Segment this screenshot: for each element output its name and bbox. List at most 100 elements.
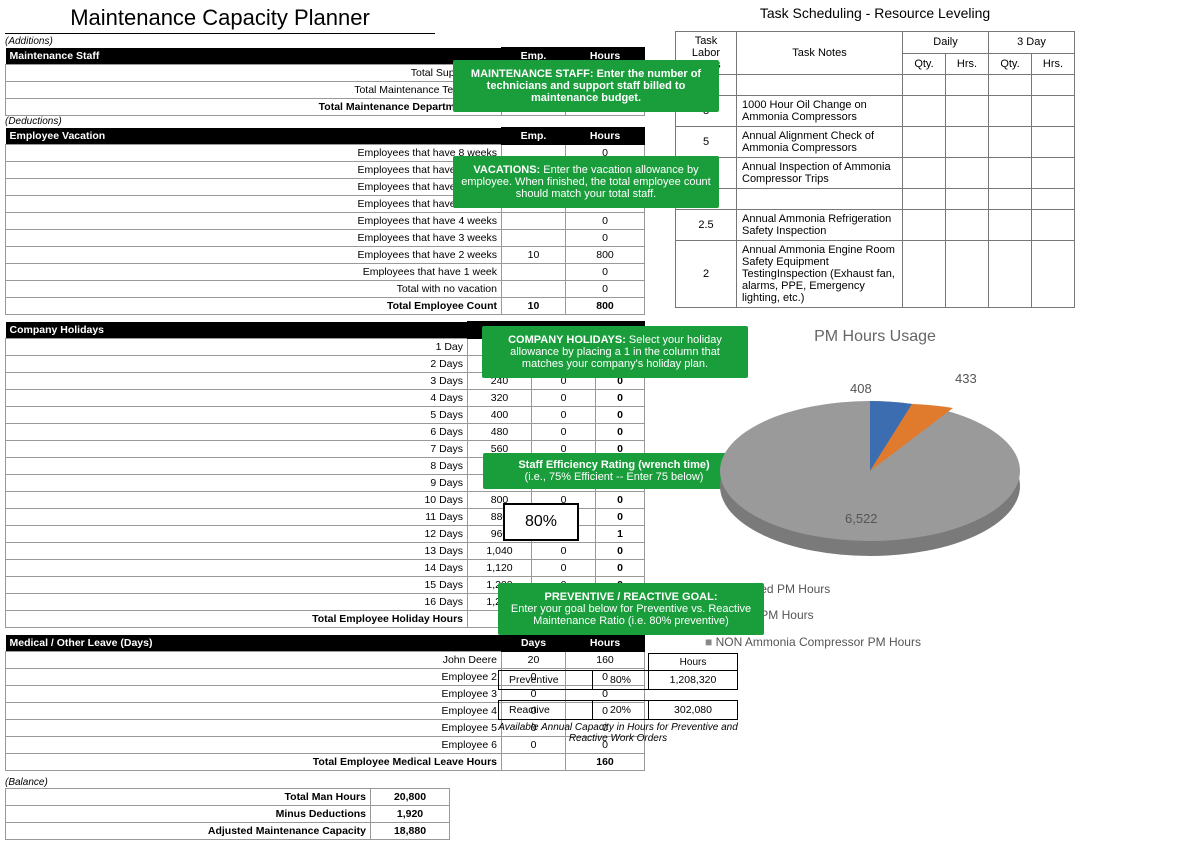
cell[interactable] (989, 75, 1032, 96)
row-label: 4 Days (6, 390, 468, 407)
cell: 0 (532, 560, 596, 577)
row-label: 6 Days (6, 424, 468, 441)
cell[interactable] (903, 241, 946, 308)
row-label: Employee 5 (6, 720, 502, 737)
cell: 0 (532, 407, 596, 424)
col-header: Daily (903, 32, 989, 54)
cell: 0 (532, 424, 596, 441)
row-label: Total Man Hours (6, 789, 371, 806)
cell: 320 (468, 390, 532, 407)
total-label: Total Employee Count (6, 298, 502, 315)
cell[interactable] (502, 264, 566, 281)
hint-preventive: PREVENTIVE / REACTIVE GOAL:Enter your go… (498, 583, 764, 635)
cell: 0 (532, 543, 596, 560)
row-label: 16 Days (6, 594, 468, 611)
cell[interactable] (989, 158, 1032, 189)
cell[interactable] (946, 96, 989, 127)
total-label: Total Employee Holiday Hours (6, 611, 468, 628)
section-header: Company Holidays (6, 322, 468, 339)
cell[interactable] (903, 210, 946, 241)
cell[interactable] (1032, 210, 1075, 241)
cell[interactable] (903, 96, 946, 127)
cell: Annual Ammonia Engine Room Safety Equipm… (737, 241, 903, 308)
cell[interactable] (989, 127, 1032, 158)
cell[interactable] (946, 75, 989, 96)
cell[interactable] (502, 213, 566, 230)
cell[interactable] (1032, 189, 1075, 210)
row-label: 13 Days (6, 543, 468, 560)
cell[interactable] (903, 158, 946, 189)
col-header: Qty. (903, 53, 946, 75)
col-header: Hours (566, 635, 645, 652)
cell[interactable] (502, 281, 566, 298)
cell: Annual Ammonia Refrigeration Safety Insp… (737, 210, 903, 241)
cell[interactable] (903, 75, 946, 96)
cell[interactable] (946, 127, 989, 158)
cell: 1000 Hour Oil Change on Ammonia Compress… (737, 96, 903, 127)
cell[interactable] (946, 189, 989, 210)
cell[interactable]: 80% (593, 671, 649, 690)
row-label: Employees that have 3 weeks (6, 230, 502, 247)
row-label: Employees that have 7 weeks (6, 162, 502, 179)
cell: 2.5 (676, 210, 737, 241)
cell: 1,208,320 (649, 671, 738, 690)
cell[interactable] (1032, 75, 1075, 96)
pie-chart: 408 433 6,522 (695, 356, 1055, 576)
col-header: Hours (566, 128, 645, 145)
row-label: 11 Days (6, 509, 468, 526)
efficiency-value[interactable]: 80% (503, 503, 579, 541)
cell[interactable]: 0 (596, 560, 645, 577)
col-header: Hrs. (946, 53, 989, 75)
col-header: Emp. (502, 128, 566, 145)
col-header: Hrs. (1032, 53, 1075, 75)
cell[interactable] (1032, 241, 1075, 308)
total-label: Total Maintenance Department Staff (6, 99, 502, 116)
cell[interactable] (989, 96, 1032, 127)
preventive-reactive-table: Hours Preventive80%1,208,320 Reactive20%… (498, 653, 738, 720)
cell[interactable] (1032, 127, 1075, 158)
pie-label: 408 (850, 381, 872, 396)
cell[interactable] (989, 210, 1032, 241)
cell: 0 (566, 281, 645, 298)
total-label: Total Employee Medical Leave Hours (6, 754, 502, 771)
cell[interactable] (946, 210, 989, 241)
cell[interactable] (1032, 96, 1075, 127)
cell[interactable] (989, 189, 1032, 210)
cell: 0 (532, 390, 596, 407)
cell: 1,040 (468, 543, 532, 560)
page-title: Maintenance Capacity Planner (5, 5, 435, 34)
row-label: Preventive (499, 671, 593, 690)
row-label: John Deere (6, 652, 502, 669)
row-label: Employees that have 2 weeks (6, 247, 502, 264)
cell[interactable] (502, 230, 566, 247)
cell[interactable]: 0 (596, 424, 645, 441)
cell[interactable]: 0 (596, 407, 645, 424)
cell[interactable]: 1 (596, 526, 645, 543)
cell[interactable] (946, 158, 989, 189)
row-label: Employee 6 (6, 737, 502, 754)
col-header: Hours (649, 654, 738, 671)
cell: Annual Inspection of Ammonia Compressor … (737, 158, 903, 189)
hint-vacation: VACATIONS: Enter the vacation allowance … (453, 156, 719, 208)
cell[interactable]: 10 (502, 247, 566, 264)
cell[interactable] (946, 241, 989, 308)
cell: 480 (468, 424, 532, 441)
cell[interactable] (903, 127, 946, 158)
row-label: Employee 3 (6, 686, 502, 703)
col-header: 3 Day (989, 32, 1075, 54)
cell[interactable]: 0 (596, 492, 645, 509)
cell[interactable]: 0 (596, 543, 645, 560)
cell: 5 (676, 127, 737, 158)
row-label: Employee 4 (6, 703, 502, 720)
task-table: Task Labor Hours Task Notes Daily 3 Day … (675, 31, 1075, 308)
row-label: 3 Days (6, 373, 468, 390)
cell: 18,880 (371, 823, 450, 840)
col-header: Days (502, 635, 566, 652)
row-label: 12 Days (6, 526, 468, 543)
row-label: Employees that have 4 weeks (6, 213, 502, 230)
cell[interactable] (989, 241, 1032, 308)
cell[interactable]: 0 (596, 390, 645, 407)
cell[interactable]: 0 (596, 509, 645, 526)
cell[interactable] (1032, 158, 1075, 189)
cell[interactable] (903, 189, 946, 210)
